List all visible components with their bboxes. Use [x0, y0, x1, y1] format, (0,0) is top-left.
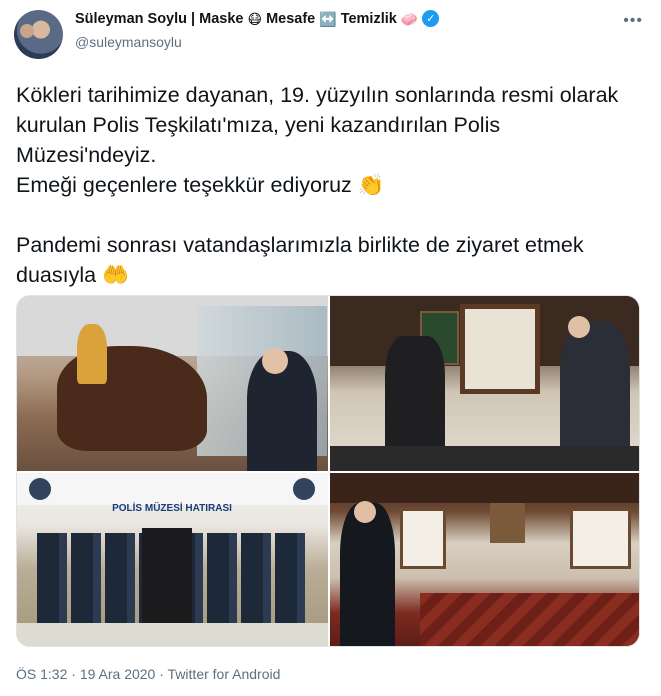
author-handle[interactable]: @suleymansoylu	[75, 34, 182, 50]
author-name[interactable]: Süleyman Soylu | Maske	[75, 11, 243, 27]
photo-horse-statue[interactable]	[17, 296, 328, 471]
tweet-source[interactable]: Twitter for Android	[168, 666, 281, 682]
avatar[interactable]	[14, 10, 63, 59]
author-name-part3[interactable]: Temizlik	[341, 11, 397, 27]
left-right-arrow-emoji-icon: ↔️	[319, 10, 337, 27]
photo-grid: POLİS MÜZESİ HATIRASI	[16, 295, 640, 647]
tweet-date[interactable]: 19 Ara 2020	[80, 666, 156, 682]
photo-traditional-room[interactable]	[330, 473, 639, 646]
tweet-meta: ÖS 1:32 · 19 Ara 2020 · Twitter for Andr…	[16, 666, 280, 682]
author-name-row[interactable]: Süleyman Soylu | Maske 😷 Mesafe ↔️ Temiz…	[75, 10, 440, 27]
meta-separator: ·	[71, 666, 76, 682]
museum-sign: POLİS MÜZESİ HATIRASI	[112, 503, 232, 514]
verified-badge-icon: ✓	[422, 10, 440, 27]
tweet-text: Kökleri tarihimize dayanan, 19. yüzyılın…	[16, 83, 619, 287]
tweet-time[interactable]: ÖS 1:32	[16, 666, 67, 682]
mask-emoji-icon: 😷	[247, 10, 263, 27]
more-options-icon[interactable]: •••	[623, 12, 643, 30]
meta-separator-2: ·	[159, 666, 164, 682]
photo-museum-display[interactable]	[330, 296, 639, 471]
photo-group-police[interactable]: POLİS MÜZESİ HATIRASI	[17, 473, 328, 646]
author-name-part2[interactable]: Mesafe	[266, 11, 315, 27]
soap-emoji-icon: 🧼	[400, 10, 419, 27]
